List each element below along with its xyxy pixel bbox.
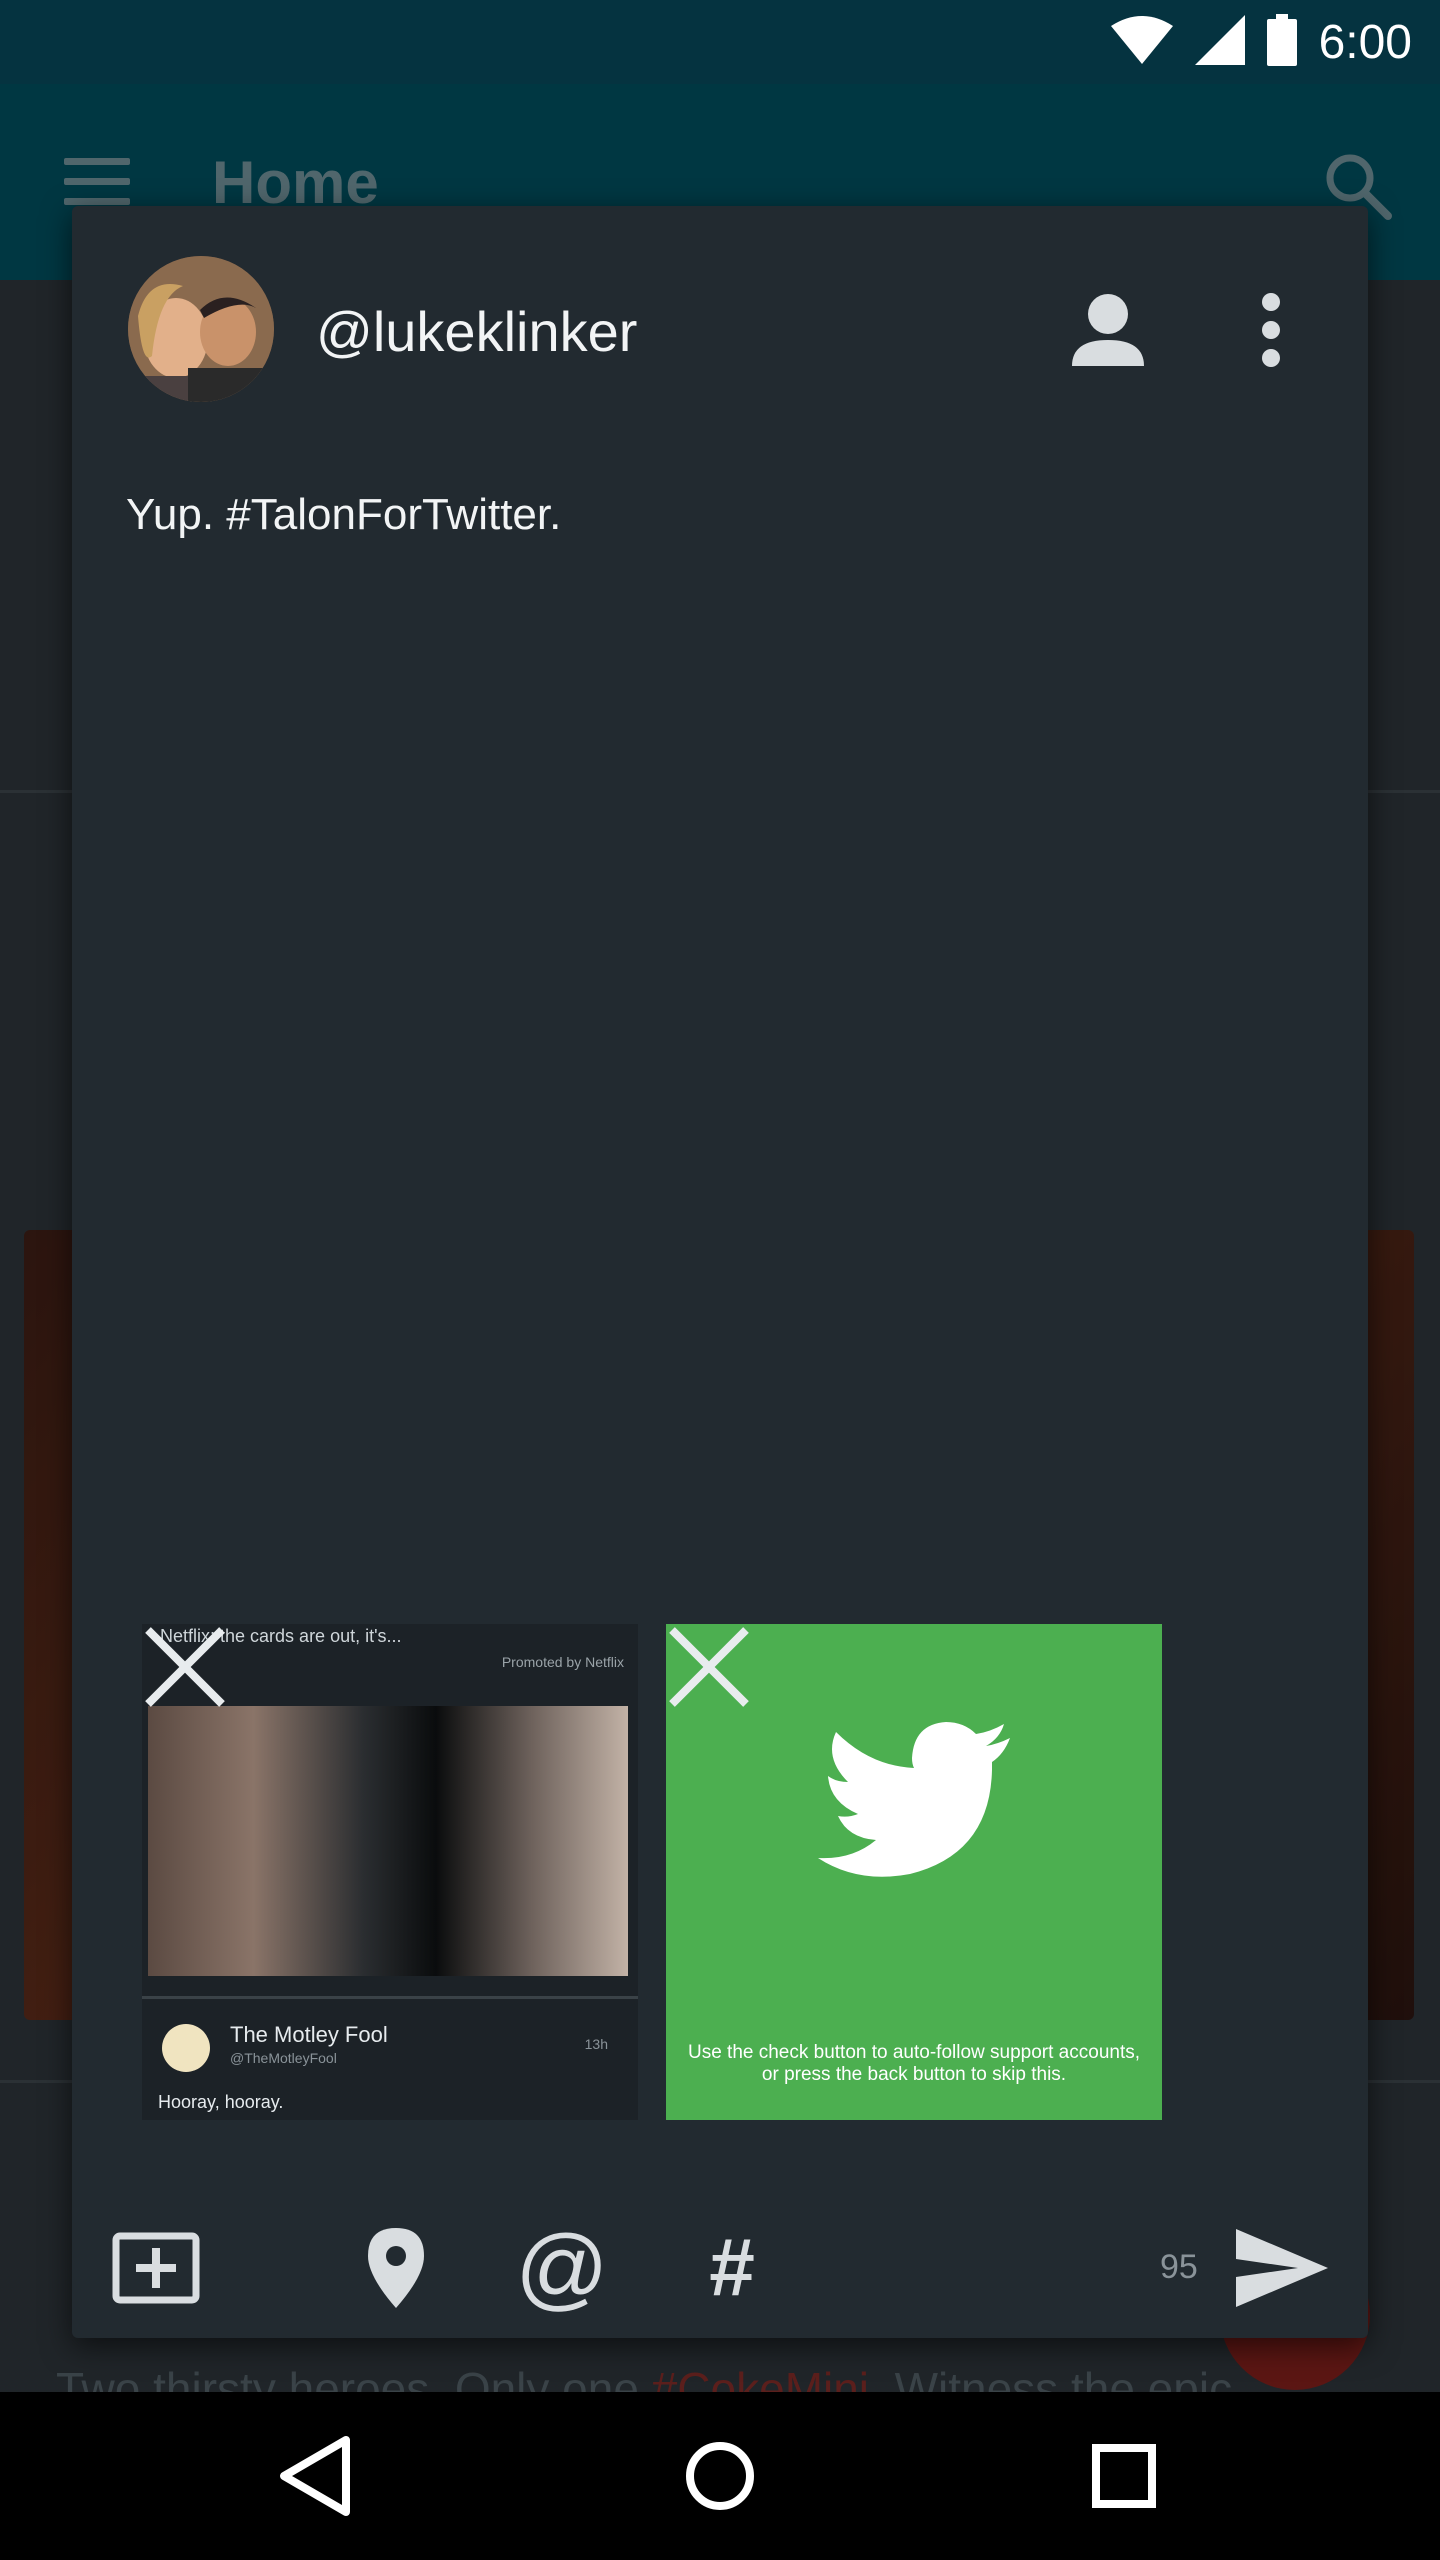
attachment-promoted-label: Promoted by Netflix [501,1654,624,1670]
cell-signal-icon [1194,14,1245,70]
avatar [128,256,274,402]
remove-attachment-button[interactable] [142,1624,228,1710]
compose-toolbar: @ # 95 [72,2206,1368,2314]
attachment-author-name: The Motley Fool [230,2022,388,2047]
recents-icon[interactable] [1074,2426,1174,2526]
attachment-thumbnail[interactable]: Use the check button to auto-follow supp… [666,1624,1162,2120]
remove-attachment-button[interactable] [666,1624,752,1710]
attachment-thumbnail[interactable]: Netflix: the cards are out, it's... Prom… [142,1624,638,2120]
more-vert-icon[interactable] [1256,292,1286,368]
hashtag-icon: # [709,2222,755,2313]
character-count: 95 [1160,2248,1198,2286]
attachment-caption: Use the check button to auto-follow supp… [687,2042,1141,2085]
attachment-author-avatar [162,2024,210,2072]
screen: 6:00 Home Two thirsty heroes. Only one #… [0,0,1440,2560]
battery-icon [1266,13,1297,71]
navigation-bar [0,2392,1440,2560]
person-icon[interactable] [1068,290,1148,370]
twitter-bird-icon [814,1718,1014,1886]
wifi-icon [1110,15,1173,69]
attachment-time: 13h [584,2036,608,2052]
attachment-author-handle: @TheMotleyFool [230,2050,337,2066]
attachment-body-text: Hooray, hooray. [158,2092,284,2112]
compose-dialog: @lukeklinker Yup. #TalonForTwitter. Netf… [72,206,1368,2338]
back-icon[interactable] [266,2426,366,2526]
compose-username[interactable]: @lukeklinker [316,302,637,362]
attachment-divider [142,1996,638,1999]
add-image-icon[interactable] [112,2224,200,2312]
home-icon[interactable] [670,2426,770,2526]
hashtag-button[interactable]: # [688,2224,776,2312]
tweet-input[interactable]: Yup. #TalonForTwitter. [126,490,561,540]
location-pin-icon[interactable] [352,2224,440,2312]
send-icon[interactable] [1232,2224,1332,2312]
attachment-photo [148,1706,628,1976]
status-bar: 6:00 [0,0,1440,84]
status-time: 6:00 [1318,15,1412,69]
mention-icon: @ [515,2217,609,2319]
mention-button[interactable]: @ [515,2217,609,2319]
